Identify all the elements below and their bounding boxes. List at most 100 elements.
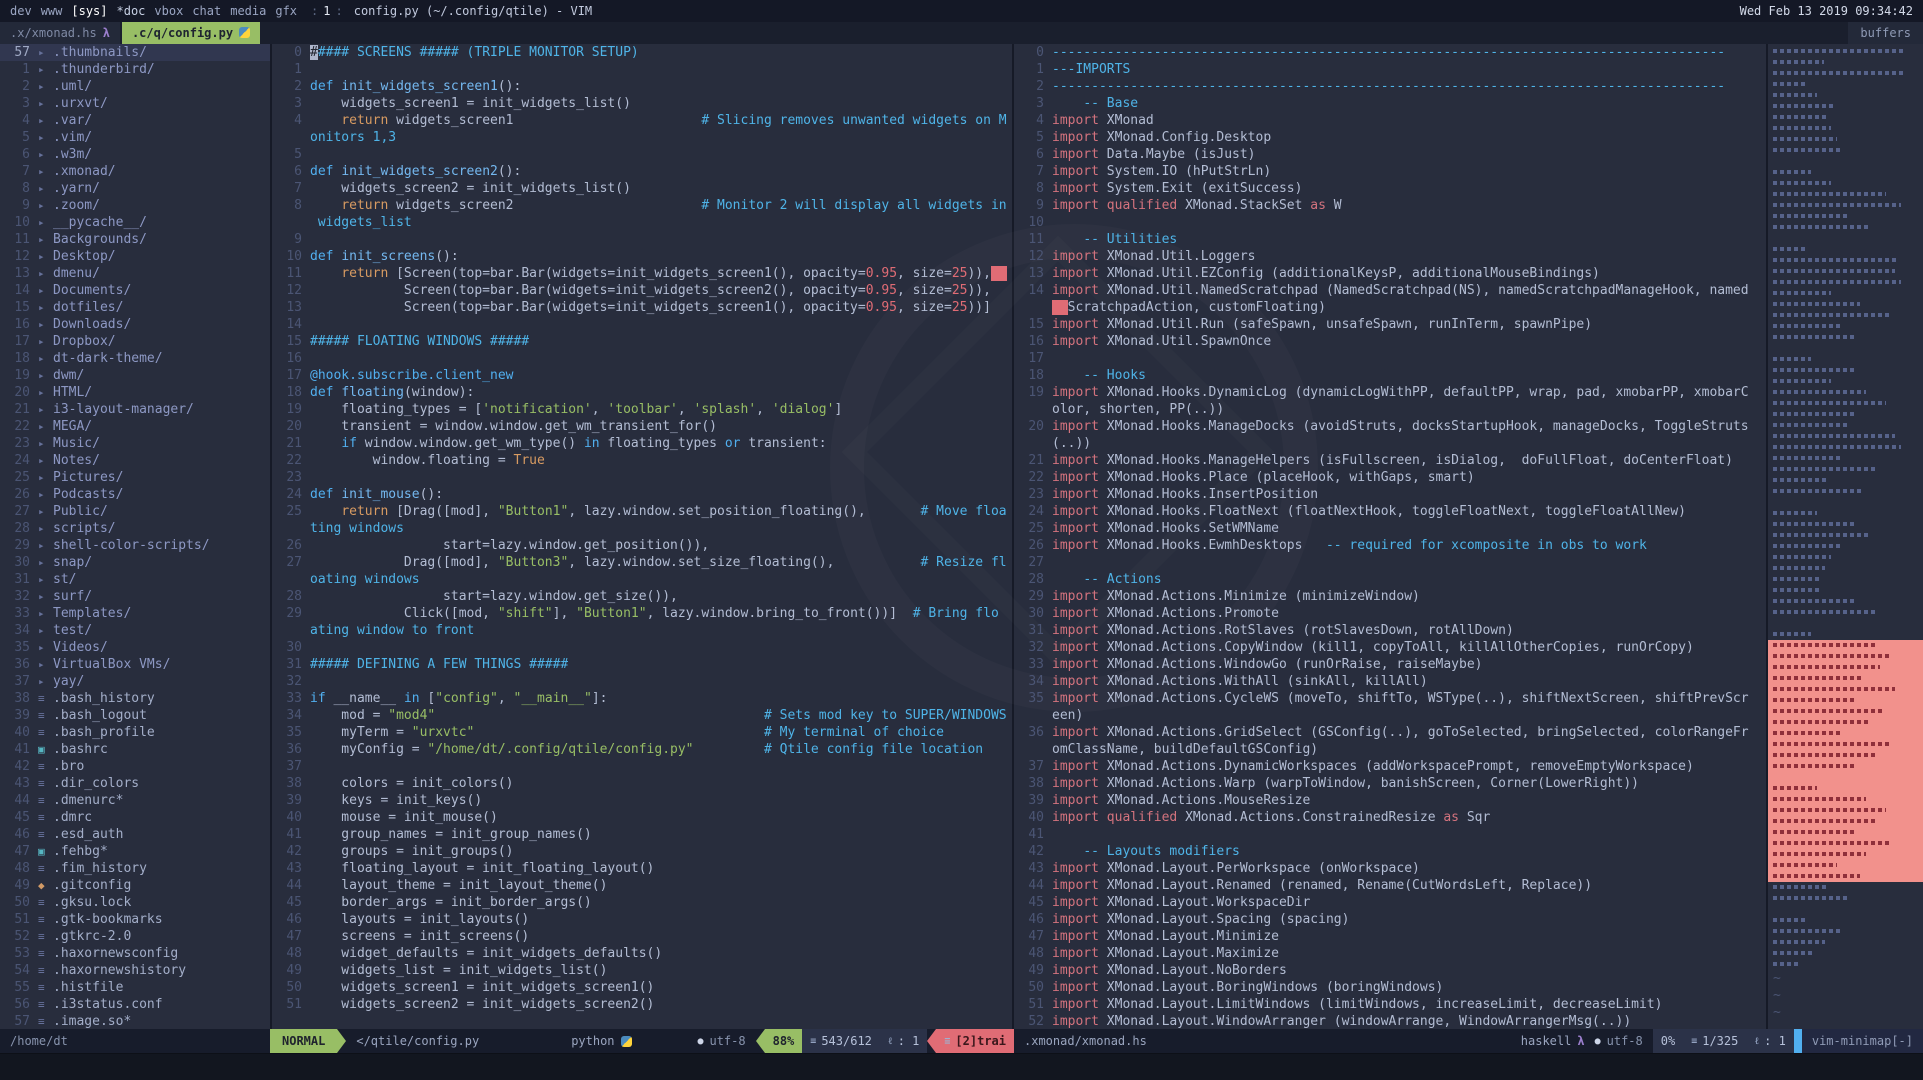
code-line[interactable]: 25import XMonad.Hooks.SetWMName bbox=[1014, 520, 1766, 537]
minimap-row[interactable] bbox=[1768, 431, 1923, 442]
workspace-vbox[interactable]: vbox bbox=[154, 4, 183, 18]
command-line[interactable] bbox=[0, 1053, 1923, 1080]
code-line[interactable]: 39 keys = init_keys() bbox=[272, 792, 1012, 809]
minimap-row[interactable] bbox=[1768, 189, 1923, 200]
workspace-chat[interactable]: chat bbox=[192, 4, 221, 18]
minimap-row[interactable] bbox=[1768, 343, 1923, 354]
minimap-row[interactable] bbox=[1768, 277, 1923, 288]
minimap-row[interactable] bbox=[1768, 101, 1923, 112]
minimap-row[interactable] bbox=[1768, 387, 1923, 398]
code-line[interactable]: 30 bbox=[272, 639, 1012, 656]
minimap-row[interactable] bbox=[1768, 255, 1923, 266]
minimap-row[interactable] bbox=[1768, 178, 1923, 189]
tree-entry[interactable]: 49◆.gitconfig bbox=[0, 877, 270, 894]
code-line[interactable]: 19import XMonad.Hooks.DynamicLog (dynami… bbox=[1014, 384, 1766, 401]
code-line[interactable]: 12import XMonad.Util.Loggers bbox=[1014, 248, 1766, 265]
minimap-row[interactable] bbox=[1768, 354, 1923, 365]
code-line[interactable]: 36 myConfig = "/home/dt/.config/qtile/co… bbox=[272, 741, 1012, 758]
minimap-row[interactable] bbox=[1768, 541, 1923, 552]
code-line[interactable]: 3 -- Base bbox=[1014, 95, 1766, 112]
code-line[interactable]: 9import qualified XMonad.StackSet as W bbox=[1014, 197, 1766, 214]
minimap-row[interactable] bbox=[1768, 376, 1923, 387]
tree-entry[interactable]: 52≡.gtkrc-2.0 bbox=[0, 928, 270, 945]
tree-entry[interactable]: 18▸dt-dark-theme/ bbox=[0, 350, 270, 367]
minimap-row[interactable] bbox=[1768, 596, 1923, 607]
code-line[interactable]: 47 screens = init_screens() bbox=[272, 928, 1012, 945]
code-line[interactable]: 42 groups = init_groups() bbox=[272, 843, 1012, 860]
code-line[interactable]: 41 group_names = init_group_names() bbox=[272, 826, 1012, 843]
tree-entry[interactable]: 35▸Videos/ bbox=[0, 639, 270, 656]
minimap-row[interactable] bbox=[1768, 563, 1923, 574]
code-line[interactable]: 50import XMonad.Layout.BoringWindows (bo… bbox=[1014, 979, 1766, 996]
minimap-row[interactable] bbox=[1768, 123, 1923, 134]
tree-entry[interactable]: 43≡.dir_colors bbox=[0, 775, 270, 792]
tree-entry[interactable]: 23▸Music/ bbox=[0, 435, 270, 452]
code-line[interactable]: 1---IMPORTS bbox=[1014, 61, 1766, 78]
minimap-row[interactable] bbox=[1768, 442, 1923, 453]
code-line[interactable]: omClassName, buildDefaultGSConfig) bbox=[1014, 741, 1766, 758]
code-line[interactable]: 18 -- Hooks bbox=[1014, 367, 1766, 384]
code-line[interactable]: 30import XMonad.Actions.Promote bbox=[1014, 605, 1766, 622]
code-line[interactable]: 36import XMonad.Actions.GridSelect (GSCo… bbox=[1014, 724, 1766, 741]
code-line[interactable]: 43import XMonad.Layout.PerWorkspace (onW… bbox=[1014, 860, 1766, 877]
code-line[interactable]: 49 widgets_list = init_widgets_list() bbox=[272, 962, 1012, 979]
code-line[interactable]: 40 mouse = init_mouse() bbox=[272, 809, 1012, 826]
tree-entry[interactable]: 37▸yay/ bbox=[0, 673, 270, 690]
tree-entry[interactable]: 34▸test/ bbox=[0, 622, 270, 639]
code-line[interactable]: 21 if window.window.get_wm_type() in flo… bbox=[272, 435, 1012, 452]
code-line[interactable]: 46 layouts = init_layouts() bbox=[272, 911, 1012, 928]
code-line[interactable]: 42 -- Layouts modifiers bbox=[1014, 843, 1766, 860]
tree-entry[interactable]: 19▸dwm/ bbox=[0, 367, 270, 384]
code-line[interactable]: ating window to front bbox=[272, 622, 1012, 639]
minimap-row[interactable] bbox=[1768, 409, 1923, 420]
tree-entry[interactable]: 57▸.thumbnails/ bbox=[0, 44, 270, 61]
minimap-row[interactable] bbox=[1768, 112, 1923, 123]
code-line[interactable]: 45 border_args = init_border_args() bbox=[272, 894, 1012, 911]
minimap-row[interactable] bbox=[1768, 926, 1923, 937]
minimap-row[interactable] bbox=[1768, 750, 1923, 761]
code-line[interactable]: 31import XMonad.Actions.RotSlaves (rotSl… bbox=[1014, 622, 1766, 639]
workspace-dev[interactable]: dev bbox=[10, 4, 32, 18]
code-line[interactable]: 40import qualified XMonad.Actions.Constr… bbox=[1014, 809, 1766, 826]
minimap-row[interactable] bbox=[1768, 145, 1923, 156]
minimap-row[interactable] bbox=[1768, 849, 1923, 860]
code-line[interactable]: 44 layout_theme = init_layout_theme() bbox=[272, 877, 1012, 894]
minimap-row[interactable] bbox=[1768, 618, 1923, 629]
code-line[interactable]: 47import XMonad.Layout.Minimize bbox=[1014, 928, 1766, 945]
code-line[interactable]: 37import XMonad.Actions.DynamicWorkspace… bbox=[1014, 758, 1766, 775]
code-line[interactable]: 25 return [Drag([mod], "Button1", lazy.w… bbox=[272, 503, 1012, 520]
code-line[interactable]: 22 window.floating = True bbox=[272, 452, 1012, 469]
tree-entry[interactable]: 17▸Dropbox/ bbox=[0, 333, 270, 350]
code-line[interactable]: 32import XMonad.Actions.CopyWindow (kill… bbox=[1014, 639, 1766, 656]
tree-entry[interactable]: 25▸Pictures/ bbox=[0, 469, 270, 486]
minimap-row[interactable] bbox=[1768, 530, 1923, 541]
minimap-row[interactable] bbox=[1768, 816, 1923, 827]
tree-entry[interactable]: 29▸shell-color-scripts/ bbox=[0, 537, 270, 554]
minimap-row[interactable] bbox=[1768, 508, 1923, 519]
code-line[interactable]: 4 return widgets_screen1 # Slicing remov… bbox=[272, 112, 1012, 129]
code-line[interactable]: 28 start=lazy.window.get_size()), bbox=[272, 588, 1012, 605]
tree-entry[interactable]: 3▸.urxvt/ bbox=[0, 95, 270, 112]
code-line[interactable]: 23import XMonad.Hooks.InsertPosition bbox=[1014, 486, 1766, 503]
code-line[interactable]: 10def init_screens(): bbox=[272, 248, 1012, 265]
workspace-gfx[interactable]: gfx bbox=[275, 4, 297, 18]
minimap-row[interactable] bbox=[1768, 838, 1923, 849]
minimap-row[interactable] bbox=[1768, 420, 1923, 431]
code-line[interactable]: 33import XMonad.Actions.WindowGo (runOrR… bbox=[1014, 656, 1766, 673]
minimap-row[interactable] bbox=[1768, 398, 1923, 409]
code-line[interactable]: 24def init_mouse(): bbox=[272, 486, 1012, 503]
minimap-row[interactable] bbox=[1768, 365, 1923, 376]
minimap-pane[interactable]: ~~~ bbox=[1768, 44, 1923, 1029]
tree-entry[interactable]: 39≡.bash_logout bbox=[0, 707, 270, 724]
tree-entry[interactable]: 9▸.zoom/ bbox=[0, 197, 270, 214]
minimap-row[interactable] bbox=[1768, 959, 1923, 970]
tree-entry[interactable]: 27▸Public/ bbox=[0, 503, 270, 520]
minimap-row[interactable] bbox=[1768, 497, 1923, 508]
minimap-row[interactable] bbox=[1768, 211, 1923, 222]
code-line[interactable]: 8import System.Exit (exitSuccess) bbox=[1014, 180, 1766, 197]
tree-entry[interactable]: 5▸.vim/ bbox=[0, 129, 270, 146]
minimap-row[interactable] bbox=[1768, 640, 1923, 651]
code-line[interactable]: olor, shorten, PP(..)) bbox=[1014, 401, 1766, 418]
code-line[interactable]: 14 bbox=[272, 316, 1012, 333]
tree-entry[interactable]: 47▣.fehbg* bbox=[0, 843, 270, 860]
